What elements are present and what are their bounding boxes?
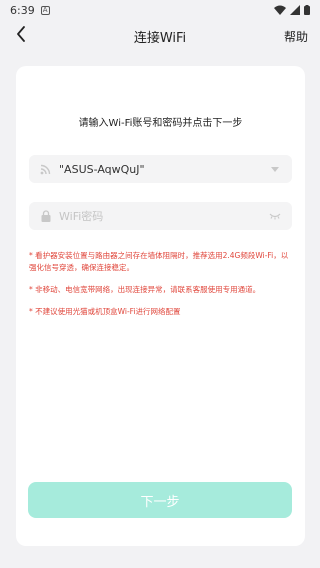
ssid-value: "ASUS-AqwQuJ" (59, 162, 145, 176)
signal-icon (290, 5, 300, 15)
status-time: 6:39 (10, 3, 35, 17)
dropdown-arrow-icon[interactable] (268, 162, 282, 176)
instruction-text: 请输入Wi-Fi账号和密码并点击下一步 (78, 118, 243, 129)
next-step-button[interactable]: 下一步 (28, 482, 292, 518)
eye-closed-icon[interactable] (268, 209, 282, 223)
note-item: * 非移动、电信宽带网络，出现连接异常，请联系客服使用专用通道。 (29, 285, 261, 294)
help-link[interactable]: 帮助 (284, 28, 308, 45)
page-title: 连接WiFi (133, 30, 187, 46)
lock-icon (39, 209, 53, 223)
back-button[interactable] (10, 25, 32, 47)
status-bar: 6:39 A (0, 0, 320, 20)
wifi-icon (39, 162, 53, 176)
wifi-config-card: 请输入Wi-Fi账号和密码并点击下一步 "ASUS-AqwQuJ" * 看护器安… (16, 66, 305, 546)
note-item: * 看护器安装位置与路由器之间存在墙体阻隔时，推荐选用2.4G频段Wi-Fi，以… (29, 251, 289, 272)
battery-icon (304, 5, 310, 15)
nav-bar: 连接WiFi 帮助 (0, 20, 320, 52)
chevron-left-icon (16, 26, 26, 46)
password-input[interactable] (59, 209, 268, 223)
notes-list: * 看护器安装位置与路由器之间存在墙体阻隔时，推荐选用2.4G频段Wi-Fi，以… (29, 250, 294, 328)
note-item: * 不建议使用光猫或机顶盒Wi-Fi进行网络配置 (29, 307, 181, 316)
ssid-selector[interactable]: "ASUS-AqwQuJ" (29, 155, 292, 183)
app-notification-icon: A (40, 5, 50, 15)
password-field[interactable] (29, 202, 292, 230)
wifi-status-icon (274, 5, 286, 15)
